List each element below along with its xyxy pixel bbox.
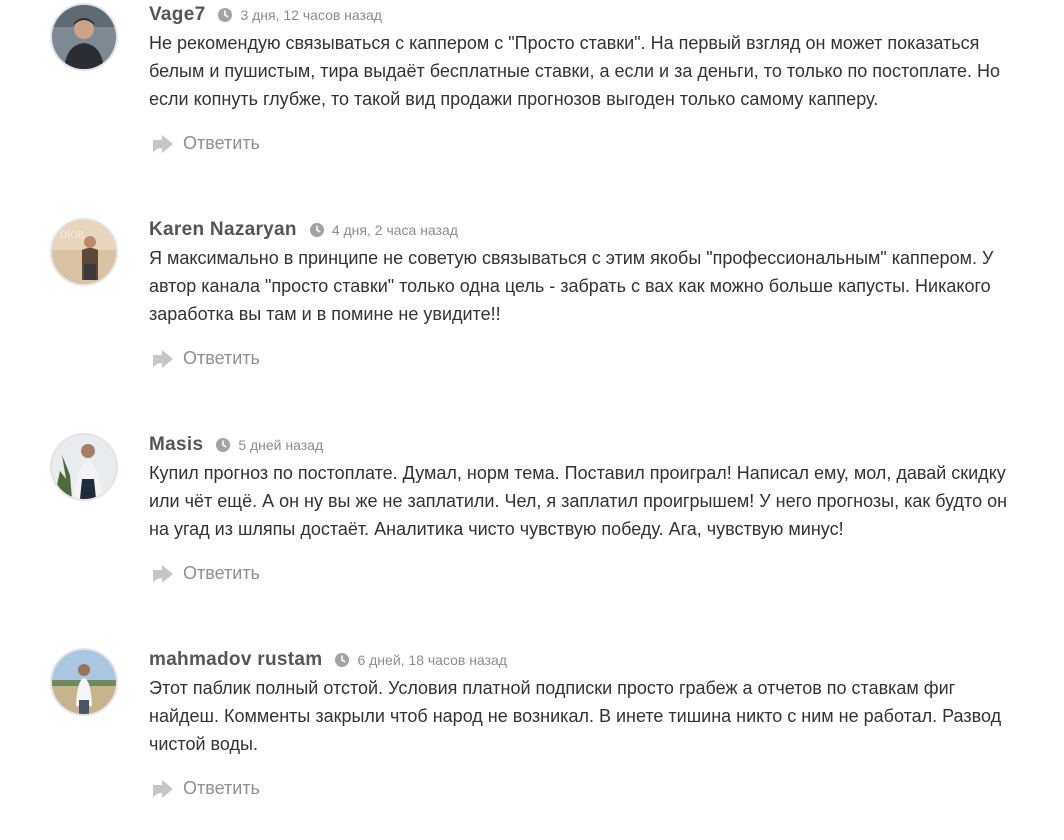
reply-button[interactable]: Ответить bbox=[151, 348, 260, 369]
reply-label: Ответить bbox=[183, 563, 260, 583]
comment-text: Этот паблик полный отстой. Условия платн… bbox=[149, 678, 1002, 754]
comment-author[interactable]: mahmadov rustam bbox=[149, 649, 322, 671]
avatar-image bbox=[52, 5, 116, 69]
avatar-image bbox=[52, 650, 116, 714]
comment-date: 5 дней назад bbox=[238, 437, 324, 453]
clock-icon bbox=[309, 223, 324, 237]
comment-meta: mahmadov rustam 6 дней, 18 часов назад bbox=[149, 648, 507, 672]
avatar[interactable] bbox=[50, 648, 118, 716]
comment-author[interactable]: Karen Nazaryan bbox=[149, 219, 297, 241]
svg-text:DIOR: DIOR bbox=[60, 230, 85, 241]
clock-icon bbox=[216, 438, 231, 452]
reply-button[interactable]: Ответить bbox=[151, 563, 260, 584]
comment-author[interactable]: Vage7 bbox=[149, 4, 205, 26]
reply-label: Ответить bbox=[183, 133, 260, 153]
comment-date: 6 дней, 18 часов назад bbox=[357, 652, 507, 668]
reply-label: Ответить bbox=[183, 778, 260, 798]
comment-text: Не рекомендую связываться с каппером с "… bbox=[149, 33, 1000, 109]
comment-text: Я максимально в принципе не советую связ… bbox=[149, 248, 994, 324]
clock-icon bbox=[218, 8, 233, 22]
comment-meta: Vage7 3 дня, 12 часов назад bbox=[149, 3, 382, 27]
avatar-image: DIOR bbox=[52, 220, 116, 284]
comment-meta: Masis 5 дней назад bbox=[149, 433, 323, 457]
reply-arrow-icon bbox=[151, 349, 175, 369]
reply-arrow-icon bbox=[151, 779, 175, 799]
comment-date: 4 дня, 2 часа назад bbox=[331, 222, 458, 238]
avatar[interactable]: DIOR bbox=[50, 218, 118, 286]
avatar[interactable] bbox=[50, 433, 118, 501]
comment-date: 3 дня, 12 часов назад bbox=[240, 7, 382, 23]
reply-label: Ответить bbox=[183, 348, 260, 368]
reply-arrow-icon bbox=[151, 564, 175, 584]
comment-author[interactable]: Masis bbox=[149, 434, 203, 456]
avatar[interactable] bbox=[50, 3, 118, 71]
clock-icon bbox=[335, 653, 350, 667]
comment-meta: Karen Nazaryan 4 дня, 2 часа назад bbox=[149, 218, 458, 242]
reply-button[interactable]: Ответить bbox=[151, 133, 260, 154]
comment-text: Купил прогноз по постоплате. Думал, норм… bbox=[149, 463, 1008, 539]
avatar-image bbox=[52, 435, 116, 499]
reply-button[interactable]: Ответить bbox=[151, 778, 260, 799]
reply-arrow-icon bbox=[151, 134, 175, 154]
